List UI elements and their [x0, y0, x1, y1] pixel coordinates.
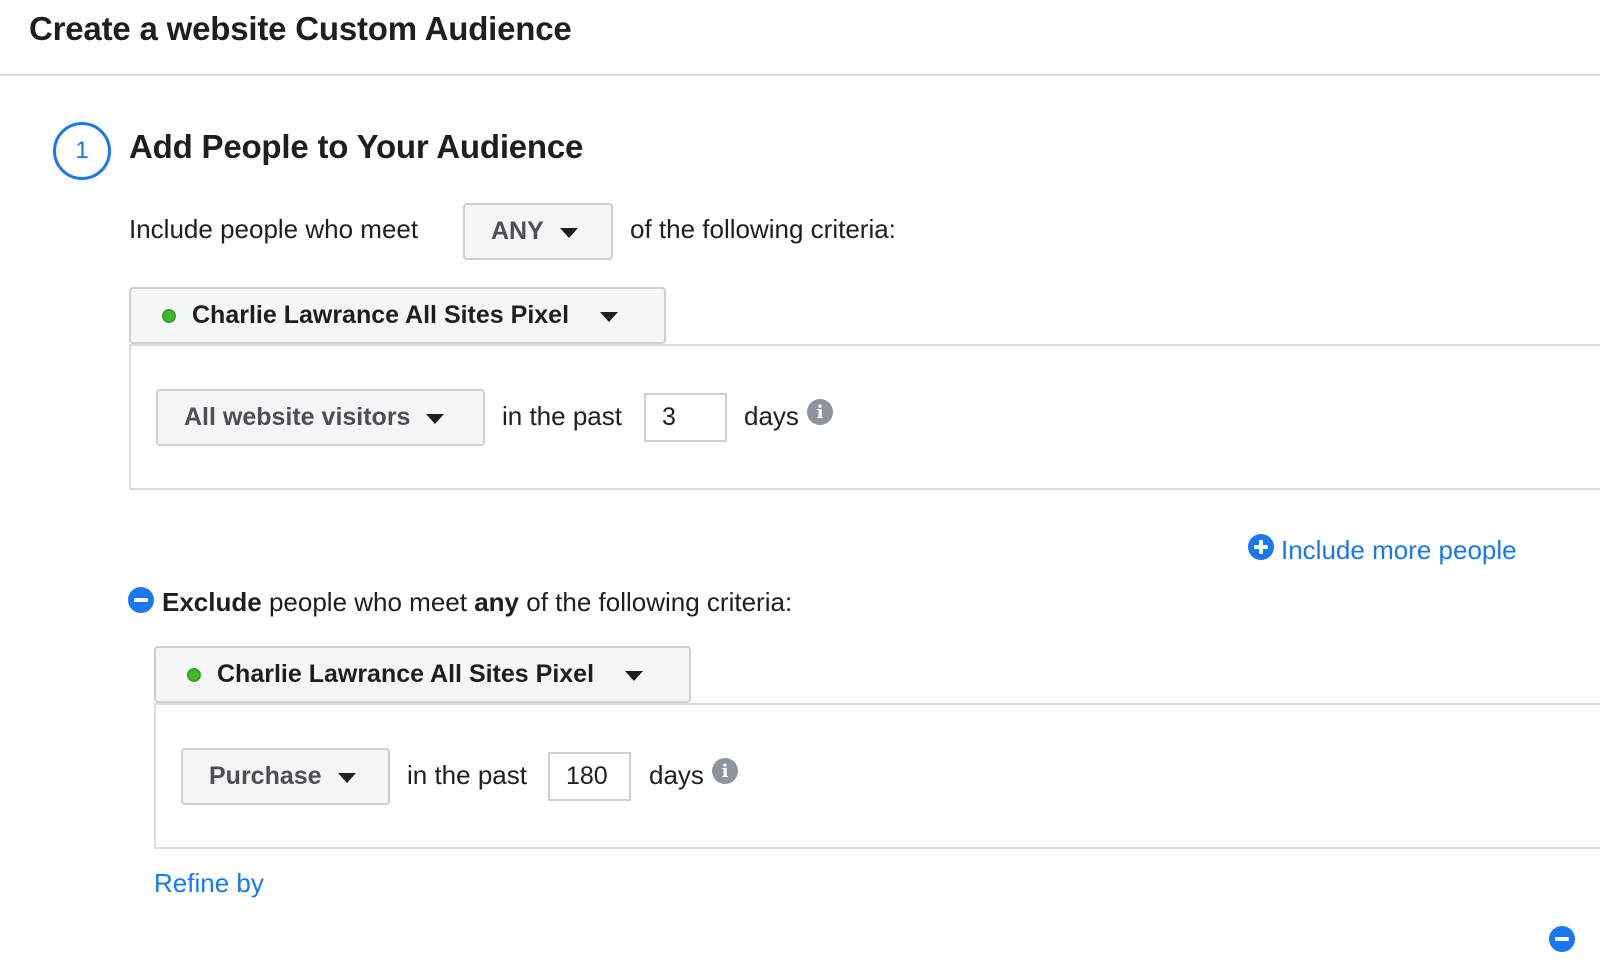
dialog-header: Create a website Custom Audience — [0, 0, 1600, 76]
exclude-any-label: any — [474, 587, 520, 617]
section-title: Add People to Your Audience — [129, 128, 584, 165]
include-event-value: All website visitors — [184, 403, 411, 431]
pixel-status-icon — [162, 308, 176, 323]
chevron-down-icon — [337, 773, 356, 783]
dialog-title: Create a website Custom Audience — [29, 10, 572, 47]
chevron-down-icon — [559, 228, 578, 238]
include-pixel-name: Charlie Lawrance All Sites Pixel — [192, 301, 570, 329]
chevron-down-icon — [600, 312, 619, 322]
remove-exclusion-icon[interactable] — [1549, 926, 1575, 952]
include-days-label: days — [744, 401, 799, 431]
exclude-days-label: days — [649, 760, 704, 790]
exclude-event-value: Purchase — [209, 762, 322, 790]
include-suffix-text: of the following criteria: — [630, 214, 896, 244]
chevron-down-icon — [625, 671, 644, 681]
info-icon[interactable]: i — [712, 758, 738, 784]
step-number: 1 — [75, 137, 89, 164]
info-icon[interactable]: i — [807, 399, 833, 425]
match-type-dropdown[interactable]: ANY — [463, 203, 613, 260]
exclude-suffix-text: of the following criteria: — [526, 587, 793, 617]
include-prefix-text: Include people who meet — [129, 214, 419, 244]
include-event-dropdown[interactable]: All website visitors — [156, 389, 485, 446]
custom-audience-dialog: Create a website Custom Audience 1 Add P… — [0, 0, 1600, 977]
pixel-status-icon — [187, 667, 201, 682]
exclude-label: Exclude — [162, 587, 262, 617]
exclude-pixel-name: Charlie Lawrance All Sites Pixel — [217, 660, 595, 688]
plus-circle-icon[interactable] — [1248, 534, 1274, 560]
exclude-criteria-text: Exclude people who meet any of the follo… — [162, 587, 792, 618]
include-days-input[interactable] — [644, 393, 727, 442]
exclude-event-dropdown[interactable]: Purchase — [181, 748, 390, 805]
refine-by-link[interactable]: Refine by — [154, 868, 264, 899]
chevron-down-icon — [426, 414, 445, 424]
include-pixel-dropdown[interactable]: Charlie Lawrance All Sites Pixel — [129, 287, 666, 344]
match-type-value: ANY — [491, 217, 544, 245]
minus-circle-icon[interactable] — [128, 587, 154, 613]
include-in-the-past-label: in the past — [502, 401, 622, 431]
include-more-people-link[interactable]: Include more people — [1281, 535, 1517, 566]
step-number-badge: 1 — [53, 122, 111, 180]
exclude-in-the-past-label: in the past — [407, 760, 527, 790]
exclude-pixel-dropdown[interactable]: Charlie Lawrance All Sites Pixel — [154, 646, 691, 703]
exclude-mid-text: people who meet — [268, 587, 467, 617]
exclude-days-input[interactable] — [548, 752, 631, 801]
